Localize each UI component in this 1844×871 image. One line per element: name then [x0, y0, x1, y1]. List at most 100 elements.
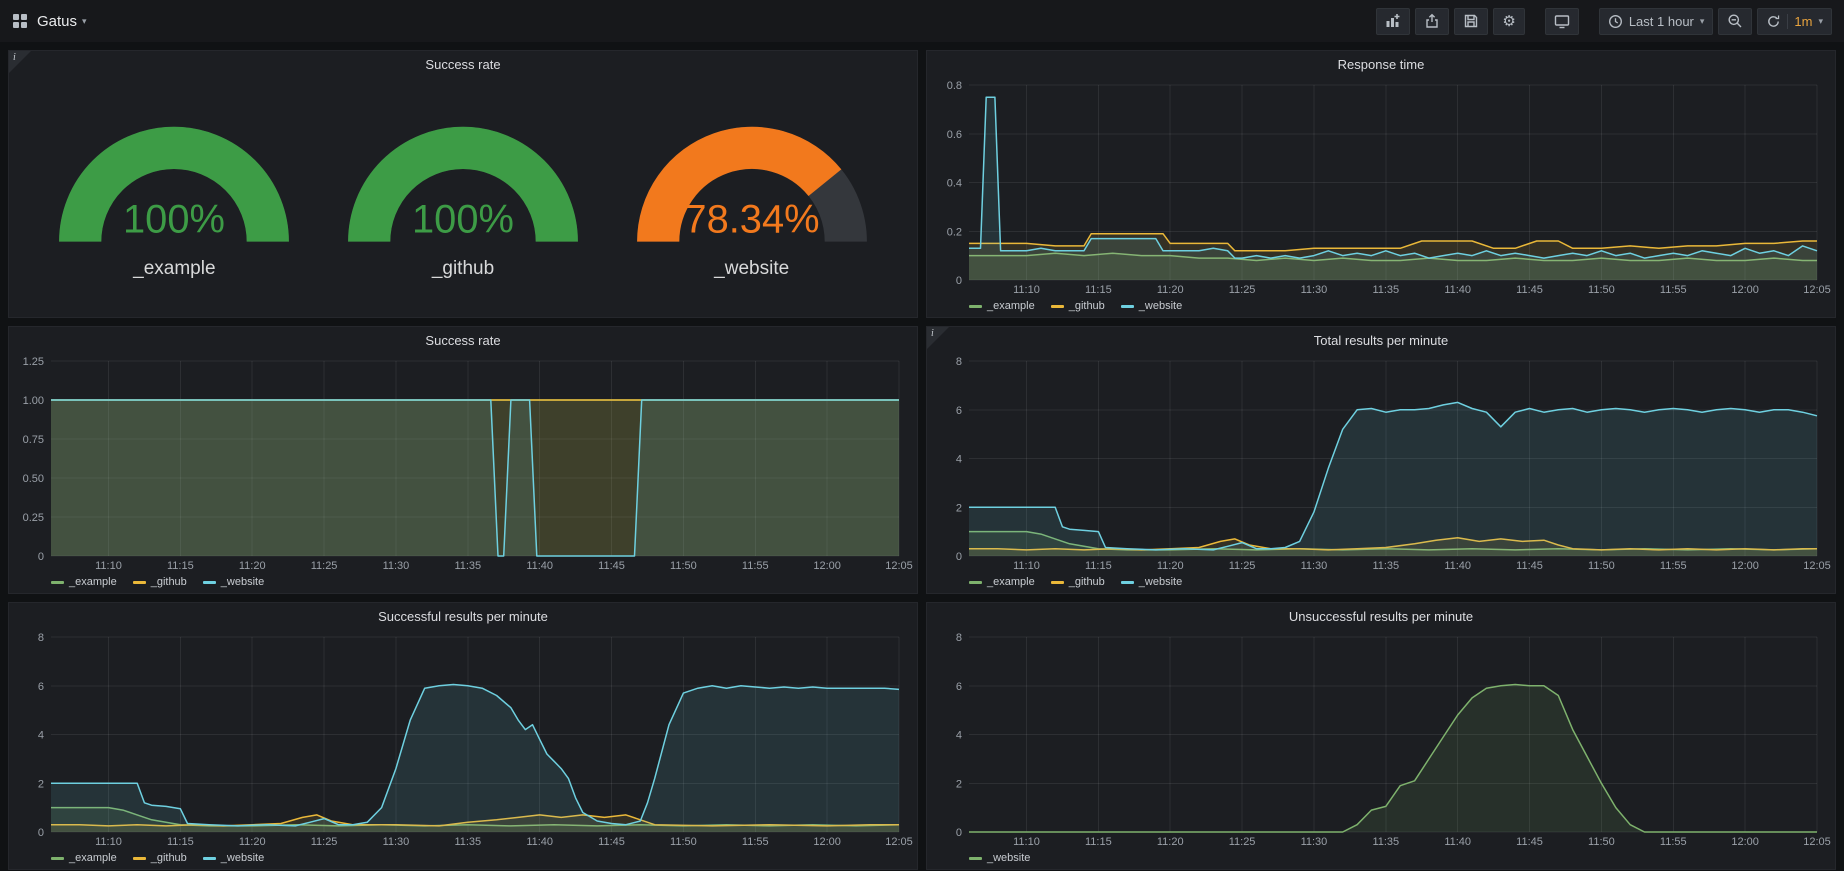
svg-text:11:55: 11:55: [1660, 560, 1687, 572]
successful-results-chart[interactable]: 11:1011:1511:2011:2511:3011:3511:4011:45…: [13, 629, 913, 849]
svg-text:12:00: 12:00: [1731, 836, 1759, 848]
legend-item-_example[interactable]: _example: [969, 300, 1035, 312]
svg-text:12:00: 12:00: [1731, 560, 1759, 572]
svg-text:6: 6: [956, 681, 962, 693]
svg-text:11:15: 11:15: [1085, 836, 1112, 848]
zoom-out-button[interactable]: [1718, 8, 1752, 35]
svg-text:11:55: 11:55: [742, 836, 769, 848]
svg-text:11:30: 11:30: [383, 560, 410, 572]
apps-grid-icon[interactable]: [12, 13, 28, 29]
legend-swatch: [51, 857, 64, 860]
svg-text:0.75: 0.75: [23, 434, 44, 446]
legend-item-_website[interactable]: _website: [203, 852, 264, 864]
svg-text:12:05: 12:05: [1803, 284, 1831, 296]
add-panel-button[interactable]: [1376, 8, 1410, 35]
legend-item-_website[interactable]: _website: [1121, 576, 1182, 588]
navbar-left: Gatus ▾: [12, 13, 87, 30]
svg-text:11:35: 11:35: [454, 836, 481, 848]
svg-text:2: 2: [956, 502, 962, 514]
legend-label: _website: [1139, 576, 1182, 588]
success-rate-gauges[interactable]: 100%_example100%_github78.34%_website: [13, 77, 913, 315]
tv-mode-button[interactable]: [1545, 8, 1579, 35]
zoom-out-icon: [1727, 13, 1743, 29]
svg-text:11:10: 11:10: [1013, 284, 1040, 296]
svg-text:12:05: 12:05: [1803, 560, 1831, 572]
svg-text:11:10: 11:10: [1013, 836, 1040, 848]
chart-legend: _example _github _website: [13, 573, 913, 591]
legend-item-_github[interactable]: _github: [1051, 300, 1105, 312]
svg-text:0.6: 0.6: [947, 129, 962, 141]
svg-text:11:25: 11:25: [311, 836, 338, 848]
legend-item-_example[interactable]: _example: [51, 576, 117, 588]
svg-text:1.00: 1.00: [23, 395, 44, 407]
panel-title[interactable]: Total results per minute: [927, 327, 1835, 353]
unsuccessful-results-chart[interactable]: 11:1011:1511:2011:2511:3011:3511:4011:45…: [931, 629, 1831, 849]
legend-item-_website[interactable]: _website: [969, 852, 1030, 864]
svg-text:11:20: 11:20: [239, 560, 266, 572]
panel-title[interactable]: Unsuccessful results per minute: [927, 603, 1835, 629]
panel-title[interactable]: Successful results per minute: [9, 603, 917, 629]
svg-text:11:30: 11:30: [1301, 560, 1328, 572]
panel-successful-results: i Successful results per minute 11:1011:…: [8, 602, 918, 870]
svg-text:1.25: 1.25: [23, 356, 44, 368]
svg-text:12:00: 12:00: [1731, 284, 1759, 296]
legend-swatch: [203, 857, 216, 860]
svg-text:11:50: 11:50: [670, 560, 697, 572]
legend-item-_github[interactable]: _github: [133, 852, 187, 864]
dashboard-title-button[interactable]: Gatus ▾: [37, 13, 87, 30]
legend-label: _example: [987, 300, 1035, 312]
svg-text:2: 2: [38, 778, 44, 790]
navbar-right: ⚙ Last 1 hour ▾: [1376, 8, 1832, 35]
caret-down-icon: ▾: [82, 16, 87, 27]
svg-text:11:25: 11:25: [1229, 836, 1256, 848]
success-rate-chart[interactable]: 11:1011:1511:2011:2511:3011:3511:4011:45…: [13, 353, 913, 573]
svg-text:4: 4: [956, 454, 962, 466]
svg-text:11:35: 11:35: [1372, 560, 1399, 572]
panel-title[interactable]: Response time: [927, 51, 1835, 77]
time-range-button[interactable]: Last 1 hour ▾: [1599, 8, 1714, 35]
button-divider: [1787, 14, 1788, 29]
refresh-button[interactable]: 1m ▾: [1757, 8, 1832, 35]
panel-info-icon[interactable]: i: [9, 51, 31, 73]
dashboard-title: Gatus: [37, 13, 77, 30]
svg-text:11:55: 11:55: [1660, 284, 1687, 296]
total-results-chart[interactable]: 11:1011:1511:2011:2511:3011:3511:4011:45…: [931, 353, 1831, 573]
legend-label: _example: [69, 576, 117, 588]
refresh-interval-value: 1m: [1794, 14, 1812, 29]
legend-item-_github[interactable]: _github: [1051, 576, 1105, 588]
svg-text:11:40: 11:40: [1444, 284, 1471, 296]
save-icon: [1463, 13, 1479, 29]
panel-title[interactable]: Success rate: [9, 327, 917, 353]
share-button[interactable]: [1415, 8, 1449, 35]
legend-label: _example: [987, 576, 1035, 588]
legend-label: _website: [987, 852, 1030, 864]
legend-swatch: [133, 581, 146, 584]
chart-legend: _example _github _website: [931, 297, 1831, 315]
svg-text:12:05: 12:05: [885, 836, 913, 848]
legend-label: _website: [221, 576, 264, 588]
settings-button[interactable]: ⚙: [1493, 8, 1524, 35]
legend-item-_website[interactable]: _website: [1121, 300, 1182, 312]
legend-swatch: [969, 305, 982, 308]
legend-item-_example[interactable]: _example: [969, 576, 1035, 588]
svg-text:12:05: 12:05: [1803, 836, 1831, 848]
legend-item-_example[interactable]: _example: [51, 852, 117, 864]
response-time-chart[interactable]: 11:1011:1511:2011:2511:3011:3511:4011:45…: [931, 77, 1831, 297]
svg-text:11:50: 11:50: [670, 836, 697, 848]
legend-item-_github[interactable]: _github: [133, 576, 187, 588]
legend-item-_website[interactable]: _website: [203, 576, 264, 588]
legend-label: _github: [1069, 576, 1105, 588]
svg-text:0.25: 0.25: [23, 512, 44, 524]
svg-text:11:10: 11:10: [95, 560, 122, 572]
legend-label: _website: [221, 852, 264, 864]
panel-info-icon[interactable]: i: [927, 327, 949, 349]
svg-text:11:55: 11:55: [1660, 836, 1687, 848]
svg-text:11:45: 11:45: [1516, 560, 1543, 572]
save-button[interactable]: [1454, 8, 1488, 35]
legend-label: _github: [151, 852, 187, 864]
svg-text:0.8: 0.8: [947, 80, 962, 92]
legend-swatch: [969, 581, 982, 584]
panel-success-rate-timeseries: i Success rate 11:1011:1511:2011:2511:30…: [8, 326, 918, 594]
panel-title[interactable]: Success rate: [9, 51, 917, 77]
gauge-label: _github: [432, 258, 494, 280]
